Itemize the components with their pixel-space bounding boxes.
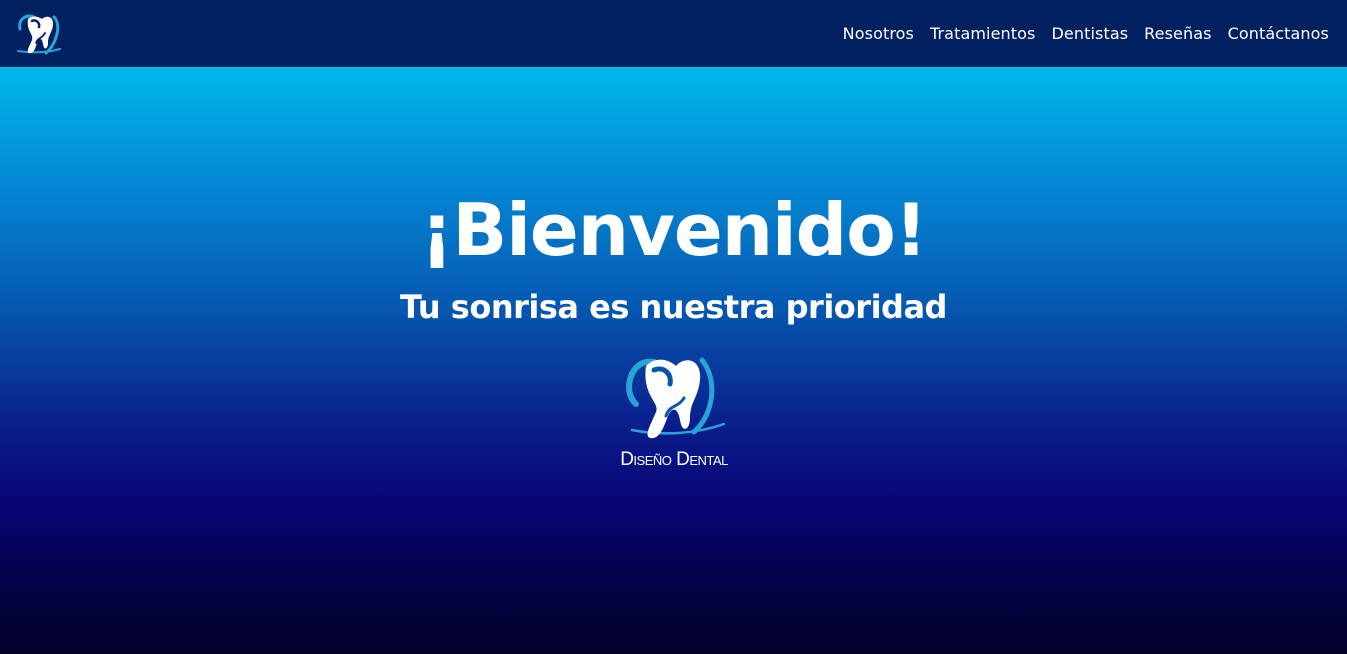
hero-section: ¡Bienvenido! Tu sonrisa es nuestra prior… <box>0 67 1347 654</box>
home-logo-link[interactable] <box>12 9 64 59</box>
hero-title: ¡Bienvenido! <box>420 188 927 272</box>
tooth-logo-icon <box>626 357 726 439</box>
nav-link-nosotros[interactable]: Nosotros <box>835 24 922 43</box>
brand-logo-text: Diseño Dental <box>620 449 728 470</box>
main-nav: Nosotros Tratamientos Dentistas Reseñas … <box>835 0 1337 67</box>
nav-link-dentistas[interactable]: Dentistas <box>1043 24 1136 43</box>
tooth-logo-icon <box>17 14 61 55</box>
brand-logo: Diseño Dental <box>620 357 729 470</box>
nav-link-resenas[interactable]: Reseñas <box>1136 24 1219 43</box>
nav-link-contactanos[interactable]: Contáctanos <box>1220 24 1337 43</box>
nav-link-tratamientos[interactable]: Tratamientos <box>922 24 1044 43</box>
hero-subtitle: Tu sonrisa es nuestra prioridad <box>400 288 947 326</box>
navbar: Nosotros Tratamientos Dentistas Reseñas … <box>0 0 1347 67</box>
